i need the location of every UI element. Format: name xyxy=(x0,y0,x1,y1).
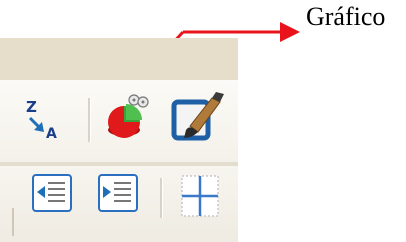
sort-letter-top: Z xyxy=(26,98,37,116)
sort-z-a-icon: Z A xyxy=(26,98,57,142)
show-draw-functions-button[interactable] xyxy=(168,90,226,148)
toolbar-separator xyxy=(88,98,91,142)
toolbar-separator xyxy=(160,178,163,218)
borders-button[interactable] xyxy=(178,170,224,222)
borders-icon xyxy=(181,175,219,217)
decrease-indent-button[interactable] xyxy=(32,174,72,212)
sort-letter-bottom: A xyxy=(46,126,57,142)
paintbrush-icon xyxy=(171,92,224,141)
pie-chart-icon xyxy=(108,94,149,138)
decrease-indent-icon xyxy=(32,174,72,212)
chart-annotation-label: Gráfico xyxy=(306,2,386,31)
toolbar-area: Z A xyxy=(0,38,238,242)
chart-wizard-button[interactable] xyxy=(102,90,152,142)
sort-descending-button[interactable]: Z A xyxy=(20,94,68,146)
increase-indent-icon xyxy=(98,174,138,212)
increase-indent-button[interactable] xyxy=(98,174,138,212)
toolbar-top-strip xyxy=(0,38,238,80)
toolbar-left-edge xyxy=(12,208,14,236)
